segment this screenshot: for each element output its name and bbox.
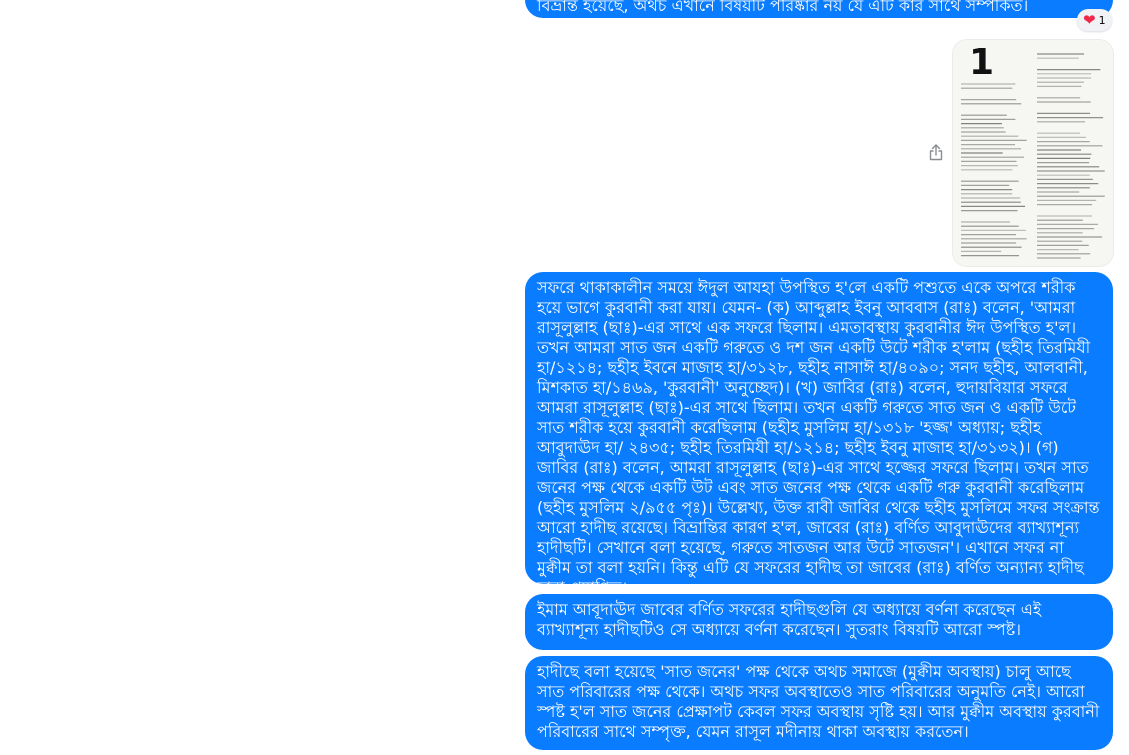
chat-thread: বিভ্রান্ত হয়েছে, অথচ এখানে বিষয়টি পরিষ… xyxy=(0,0,1129,755)
share-button[interactable] xyxy=(926,142,946,162)
message-bubble[interactable]: বিভ্রান্ত হয়েছে, অথচ এখানে বিষয়টি পরিষ… xyxy=(525,0,1113,18)
message-bubble[interactable]: ইমাম আবূদাঊদ জাবের বর্ণিত সফরের হাদীছগুল… xyxy=(525,594,1113,650)
message-bubble[interactable]: সফরে থাকাকালীন সময়ে ঈদুল আযহা উপস্থিত হ… xyxy=(525,272,1113,584)
heart-icon: ❤ xyxy=(1083,10,1096,29)
message-text: হাদীছে বলা হয়েছে 'সাত জনের' পক্ষ থেকে অ… xyxy=(537,662,1100,741)
reaction-count: 1 xyxy=(1098,13,1106,27)
message-text: বিভ্রান্ত হয়েছে, অথচ এখানে বিষয়টি পরিষ… xyxy=(537,0,1029,15)
document-page-image: 1 xyxy=(953,40,1113,266)
message-text: সফরে থাকাকালীন সময়ে ঈদুল আযহা উপস্থিত হ… xyxy=(537,278,1100,584)
message-bubble[interactable]: হাদীছে বলা হয়েছে 'সাত জনের' পক্ষ থেকে অ… xyxy=(525,656,1113,750)
reaction-badge[interactable]: ❤ 1 xyxy=(1077,9,1112,31)
image-attachment[interactable]: 1 xyxy=(953,40,1113,266)
share-icon xyxy=(929,144,943,161)
message-text: ইমাম আবূদাঊদ জাবের বর্ণিত সফরের হাদীছগুল… xyxy=(537,600,1042,639)
page-number: 1 xyxy=(969,42,994,83)
